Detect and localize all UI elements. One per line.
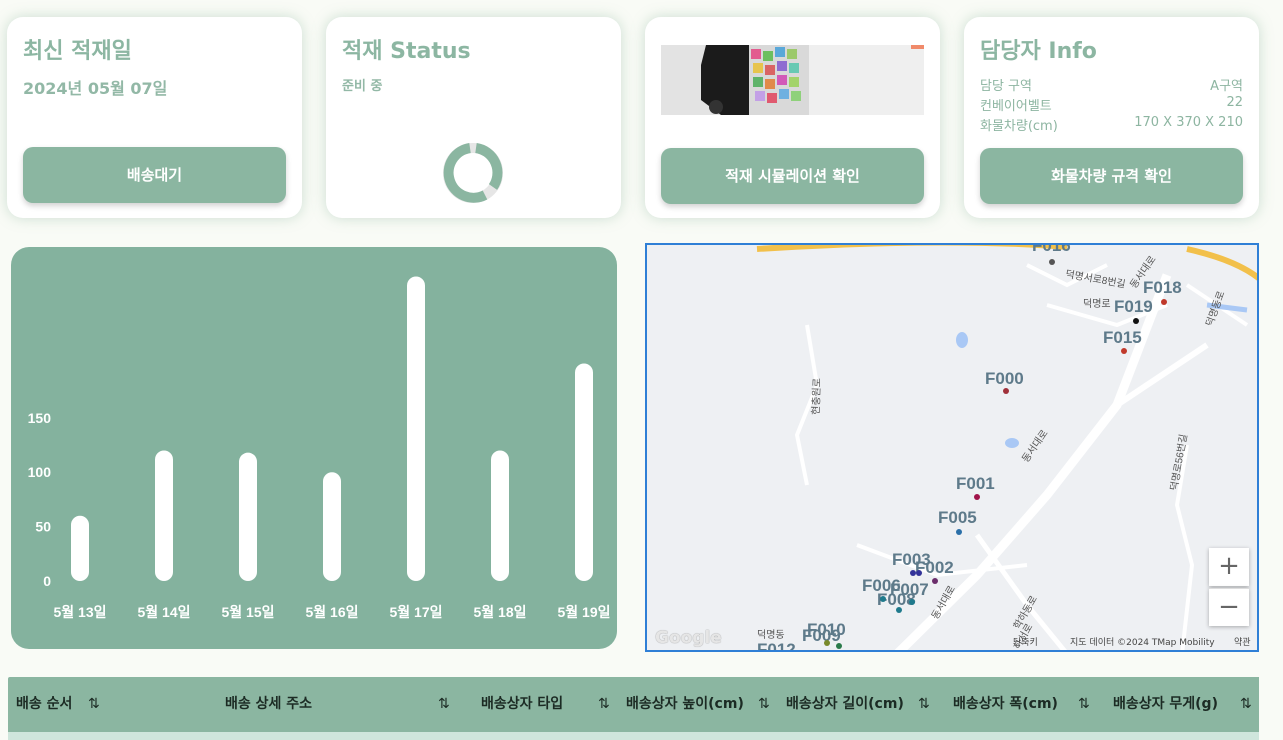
simulation-check-button[interactable]: 적재 시뮬레이션 확인 <box>661 148 924 204</box>
sort-icon[interactable]: ⇅ <box>758 677 770 732</box>
x-tick-label: 5월 17일 <box>389 604 442 620</box>
delivery-map[interactable]: F016 F018 F019 F015 F000 F001 F005 F003 … <box>645 243 1259 652</box>
sort-icon[interactable]: ⇅ <box>918 677 930 732</box>
bar[interactable] <box>155 450 173 581</box>
map-road-label: 덕명동 <box>757 629 785 641</box>
bar[interactable] <box>323 472 341 581</box>
map-shortcuts-link[interactable]: 단축키 <box>1013 635 1038 648</box>
info-value: A구역 <box>1210 79 1243 94</box>
y-tick-label: 50 <box>35 519 51 535</box>
simulation-card: 적재 시뮬레이션 확인 <box>645 17 940 218</box>
sort-icon[interactable]: ⇅ <box>1240 677 1252 732</box>
y-tick-label: 0 <box>43 573 51 589</box>
th-box-weight: 배송상자 무게(g) <box>1113 696 1218 712</box>
x-tick-label: 5월 19일 <box>557 604 610 620</box>
map-road-label: 현충원로 <box>810 378 823 415</box>
info-label: 화물차량(cm) <box>980 119 1058 134</box>
latest-load-date: 2024년 05월 07일 <box>23 79 168 98</box>
th-box-length: 배송상자 길이(cm) <box>786 696 904 712</box>
map-canvas[interactable]: F016 F018 F019 F015 F000 F001 F005 F003 … <box>647 245 1259 652</box>
info-row-truck-size: 화물차량(cm) 170 X 370 X 210 <box>980 115 1243 134</box>
bar[interactable] <box>575 363 593 581</box>
map-marker-label[interactable]: F016 <box>1032 245 1071 255</box>
table-row[interactable] <box>8 732 1259 740</box>
y-tick-label: 100 <box>28 464 52 480</box>
x-tick-label: 5월 13일 <box>53 604 106 620</box>
sort-icon[interactable]: ⇅ <box>1078 677 1090 732</box>
sort-icon[interactable]: ⇅ <box>88 677 100 732</box>
info-value: 22 <box>1226 95 1243 110</box>
y-tick-label: 150 <box>28 410 52 426</box>
map-marker-label[interactable]: F012 <box>757 640 796 652</box>
latest-load-card: 최신 적재일 2024년 05월 07일 배송대기 <box>7 17 302 218</box>
load-status-card: 적재 Status 준비 중 <box>326 17 621 218</box>
info-row-conveyor: 컨베이어벨트 22 <box>980 95 1243 114</box>
daily-load-chart: 0 50 100 150 5월 13일 5월 14일 5월 15일 5월 16일 5월 17일 5… <box>11 247 617 649</box>
latest-load-title: 최신 적재일 <box>23 39 132 64</box>
sort-icon[interactable]: ⇅ <box>598 677 610 732</box>
info-label: 컨베이어벨트 <box>980 99 1052 114</box>
x-tick-label: 5월 15일 <box>221 604 274 620</box>
x-tick-label: 5월 16일 <box>305 604 358 620</box>
manager-info-card: 담당자 Info 담당 구역 A구역 컨베이어벨트 22 화물차량(cm) 17… <box>964 17 1259 218</box>
google-logo: Google <box>655 628 722 648</box>
map-terms-link[interactable]: 약관 <box>1234 635 1251 648</box>
th-delivery-address: 배송 상세 주소 <box>225 696 313 712</box>
th-box-type: 배송상자 타입 <box>481 696 564 712</box>
simulation-preview-image <box>661 45 924 115</box>
bar[interactable] <box>491 450 509 581</box>
info-value: 170 X 370 X 210 <box>1134 115 1243 130</box>
th-box-height: 배송상자 높이(cm) <box>626 696 744 712</box>
map-data-attribution: 지도 데이터 ©2024 TMap Mobility <box>1070 638 1215 648</box>
map-marker-label[interactable]: F019 <box>1114 297 1153 316</box>
load-status-text: 준비 중 <box>342 79 383 94</box>
x-tick-label: 5월 18일 <box>473 604 526 620</box>
map-marker-label[interactable]: F001 <box>956 474 995 493</box>
info-row-zone: 담당 구역 A구역 <box>980 75 1243 94</box>
map-marker-label[interactable]: F018 <box>1143 278 1182 297</box>
th-delivery-order: 배송 순서 <box>16 696 73 712</box>
status-donut-icon <box>443 143 503 203</box>
zoom-in-button[interactable]: + <box>1209 548 1249 586</box>
load-status-title: 적재 Status <box>342 39 471 64</box>
map-marker-label[interactable]: F000 <box>985 369 1024 388</box>
sort-icon[interactable]: ⇅ <box>438 677 450 732</box>
map-marker-label[interactable]: F015 <box>1103 328 1142 347</box>
chart-svg: 0 50 100 150 5월 13일 5월 14일 5월 15일 5월 16일 5월 17일 5… <box>28 276 611 620</box>
manager-info-title: 담당자 Info <box>980 39 1097 64</box>
delivery-table-header: 배송 순서 ⇅ 배송 상세 주소 ⇅ 배송상자 타입 ⇅ 배송상자 높이(cm)… <box>8 677 1259 732</box>
map-marker-label[interactable]: F009 <box>802 626 841 645</box>
truck-spec-button[interactable]: 화물차량 규격 확인 <box>980 148 1243 204</box>
bar[interactable] <box>71 515 89 581</box>
th-box-width: 배송상자 폭(cm) <box>953 696 1058 712</box>
map-road-label: 덕명로 <box>1083 298 1111 310</box>
delivery-wait-button[interactable]: 배송대기 <box>23 147 286 203</box>
bar[interactable] <box>407 276 425 581</box>
map-marker-label[interactable]: F005 <box>938 508 977 527</box>
bar[interactable] <box>239 452 257 581</box>
info-label: 담당 구역 <box>980 79 1032 94</box>
zoom-out-button[interactable]: − <box>1209 588 1249 626</box>
x-tick-label: 5월 14일 <box>137 604 190 620</box>
